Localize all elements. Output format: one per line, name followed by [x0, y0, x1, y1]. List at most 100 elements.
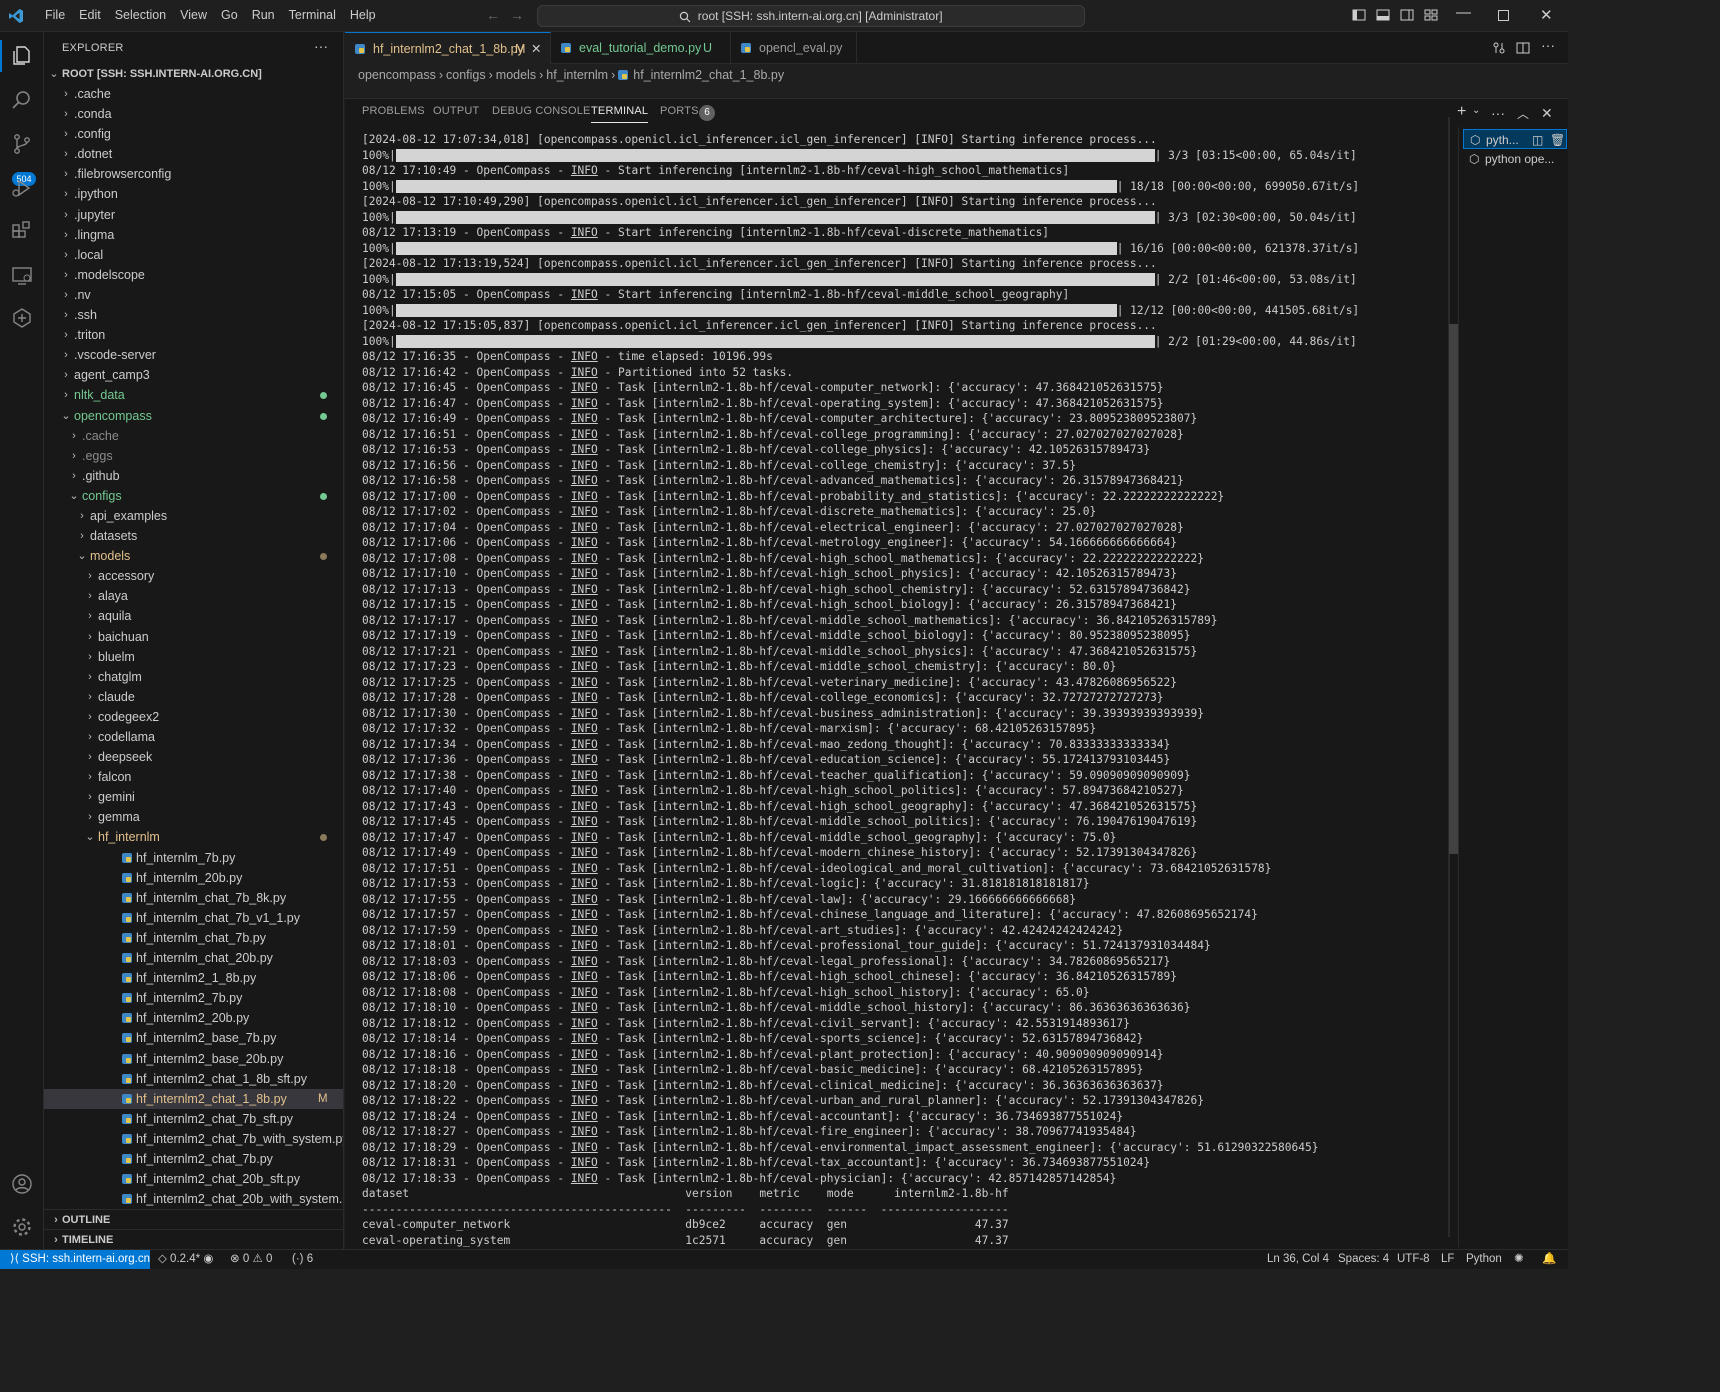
- explorer-icon[interactable]: [10, 44, 34, 68]
- folder-item[interactable]: › .dotnet: [44, 144, 343, 164]
- folder-item[interactable]: › codegeex2: [44, 707, 343, 727]
- folder-item[interactable]: › deepseek: [44, 747, 343, 767]
- menu-item-help[interactable]: Help: [343, 0, 383, 32]
- tab-output[interactable]: OUTPUT: [433, 105, 479, 117]
- run-debug-icon[interactable]: [10, 176, 34, 200]
- folder-item[interactable]: › baichuan: [44, 627, 343, 647]
- forward-arrow-icon[interactable]: →: [510, 7, 524, 23]
- close-window-icon[interactable]: ✕: [1540, 6, 1553, 24]
- tab-problems[interactable]: PROBLEMS: [362, 105, 425, 117]
- file-item[interactable]: hf_internlm2_7b.py: [44, 988, 343, 1008]
- folder-item[interactable]: › accessory: [44, 566, 343, 586]
- folder-item[interactable]: ⌄ opencompass: [44, 406, 343, 426]
- folder-item[interactable]: › .conda: [44, 104, 343, 124]
- tab-ports[interactable]: PORTS: [660, 105, 699, 117]
- trash-icon[interactable]: 🗑: [1550, 130, 1565, 148]
- folder-item[interactable]: › nltk_data: [44, 385, 343, 405]
- source-control-icon[interactable]: [10, 132, 34, 156]
- file-item[interactable]: hf_internlm_chat_7b.py: [44, 928, 343, 948]
- terminal-item[interactable]: ⬡ python ope...: [1463, 149, 1567, 169]
- tab-terminal[interactable]: TERMINAL: [591, 105, 649, 123]
- tab-hf-internlm2-chat-1-8b[interactable]: hf_internlm2_chat_1_8b.py M ✕: [345, 32, 551, 64]
- accounts-icon[interactable]: [10, 1172, 34, 1196]
- file-item[interactable]: hf_internlm2_chat_7b_with_system.py: [44, 1129, 343, 1149]
- folder-item[interactable]: › datasets: [44, 526, 343, 546]
- folder-item[interactable]: › .cache: [44, 84, 343, 104]
- workspace-root[interactable]: ⌄ ROOT [SSH: SSH.INTERN-AI.ORG.CN]: [44, 64, 343, 84]
- file-item[interactable]: hf_internlm_chat_7b_v1_1.py: [44, 908, 343, 928]
- lingma-icon[interactable]: [10, 306, 34, 330]
- breadcrumb-item[interactable]: hf_internlm: [546, 68, 608, 82]
- more-actions-icon[interactable]: ···: [314, 38, 328, 54]
- encoding[interactable]: UTF-8: [1397, 1250, 1430, 1269]
- split-editor-icon[interactable]: [1516, 41, 1530, 55]
- end-of-line[interactable]: LF: [1441, 1250, 1454, 1269]
- maximize-icon[interactable]: [1498, 10, 1509, 21]
- language-mode[interactable]: Python: [1466, 1250, 1502, 1269]
- folder-item[interactable]: › gemini: [44, 787, 343, 807]
- folder-item[interactable]: › .vscode-server: [44, 345, 343, 365]
- search-icon[interactable]: [10, 88, 34, 112]
- tab-eval-tutorial-demo[interactable]: eval_tutorial_demo.py U: [551, 32, 731, 64]
- folder-item[interactable]: › .jupyter: [44, 205, 343, 225]
- bell-icon[interactable]: 🔔: [1542, 1250, 1556, 1269]
- file-item[interactable]: hf_internlm_7b.py: [44, 848, 343, 868]
- tab-debug-console[interactable]: DEBUG CONSOLE: [492, 105, 591, 117]
- close-tab-icon[interactable]: ✕: [531, 33, 541, 65]
- folder-item[interactable]: ⌄ hf_internlm: [44, 827, 343, 847]
- folder-item[interactable]: › .github: [44, 466, 343, 486]
- close-panel-icon[interactable]: ✕: [1541, 105, 1553, 122]
- file-item[interactable]: hf_internlm2_20b.py: [44, 1008, 343, 1028]
- folder-item[interactable]: › gemma: [44, 807, 343, 827]
- cursor-position[interactable]: Ln 36, Col 4: [1267, 1250, 1329, 1269]
- menu-item-go[interactable]: Go: [214, 0, 245, 32]
- folder-item[interactable]: › .lingma: [44, 225, 343, 245]
- problems-status[interactable]: ⊗ 0 ⚠ 0: [230, 1250, 272, 1269]
- folder-item[interactable]: › .local: [44, 245, 343, 265]
- new-terminal-icon[interactable]: +: [1457, 103, 1466, 121]
- folder-item[interactable]: › chatglm: [44, 667, 343, 687]
- folder-item[interactable]: › alaya: [44, 586, 343, 606]
- file-item[interactable]: hf_internlm_20b.py: [44, 868, 343, 888]
- folder-item[interactable]: › api_examples: [44, 506, 343, 526]
- file-item[interactable]: hf_internlm_chat_7b_8k.py: [44, 888, 343, 908]
- file-item[interactable]: hf_internlm2_chat_20b_with_system.py: [44, 1189, 343, 1209]
- menu-item-view[interactable]: View: [173, 0, 214, 32]
- folder-item[interactable]: › falcon: [44, 767, 343, 787]
- folder-item[interactable]: › .filebrowserconfig: [44, 164, 343, 184]
- command-center[interactable]: root [SSH: ssh.intern-ai.org.cn] [Admini…: [537, 5, 1085, 27]
- maximize-panel-icon[interactable]: ︿: [1517, 105, 1529, 122]
- file-item[interactable]: hf_internlm2_chat_1_8b.py M: [44, 1088, 343, 1109]
- folder-item[interactable]: ⌄ models: [44, 546, 343, 566]
- split-terminal-icon[interactable]: ◫: [1532, 130, 1543, 148]
- folder-item[interactable]: › claude: [44, 687, 343, 707]
- version-status[interactable]: ◇ 0.2.4* ◉: [158, 1250, 213, 1269]
- menu-item-terminal[interactable]: Terminal: [282, 0, 343, 32]
- menu-item-run[interactable]: Run: [245, 0, 282, 32]
- toggle-primary-sidebar-icon[interactable]: [1352, 8, 1366, 22]
- terminal-item[interactable]: ⬡ pyth... ◫ 🗑: [1463, 129, 1567, 149]
- remote-indicator[interactable]: ⟩⟨ SSH: ssh.intern-ai.org.cn: [0, 1250, 150, 1269]
- outline-section[interactable]: › OUTLINE: [44, 1209, 343, 1229]
- folder-item[interactable]: › codellama: [44, 727, 343, 747]
- breadcrumb-item[interactable]: models: [496, 68, 536, 82]
- extensions-icon[interactable]: [10, 220, 34, 244]
- remote-explorer-icon[interactable]: [10, 264, 34, 288]
- ports-status[interactable]: (·) 6: [292, 1250, 313, 1269]
- back-arrow-icon[interactable]: ←: [486, 7, 500, 23]
- more-actions-icon[interactable]: ···: [1541, 37, 1555, 53]
- file-item[interactable]: hf_internlm2_chat_7b.py: [44, 1149, 343, 1169]
- timeline-section[interactable]: › TIMELINE: [44, 1229, 343, 1249]
- file-item[interactable]: hf_internlm2_1_8b.py: [44, 968, 343, 988]
- chevron-down-icon[interactable]: ⌄: [1472, 105, 1480, 116]
- file-item[interactable]: hf_internlm2_chat_20b_sft.py: [44, 1169, 343, 1189]
- breadcrumb-item[interactable]: opencompass: [358, 68, 436, 82]
- folder-item[interactable]: › agent_camp3: [44, 365, 343, 385]
- folder-item[interactable]: › .triton: [44, 325, 343, 345]
- folder-item[interactable]: › .config: [44, 124, 343, 144]
- folder-item[interactable]: › .modelscope: [44, 265, 343, 285]
- toggle-secondary-sidebar-icon[interactable]: [1400, 8, 1414, 22]
- customize-layout-icon[interactable]: [1424, 8, 1438, 22]
- menu-item-file[interactable]: File: [38, 0, 72, 32]
- minimize-icon[interactable]: —: [1456, 4, 1471, 21]
